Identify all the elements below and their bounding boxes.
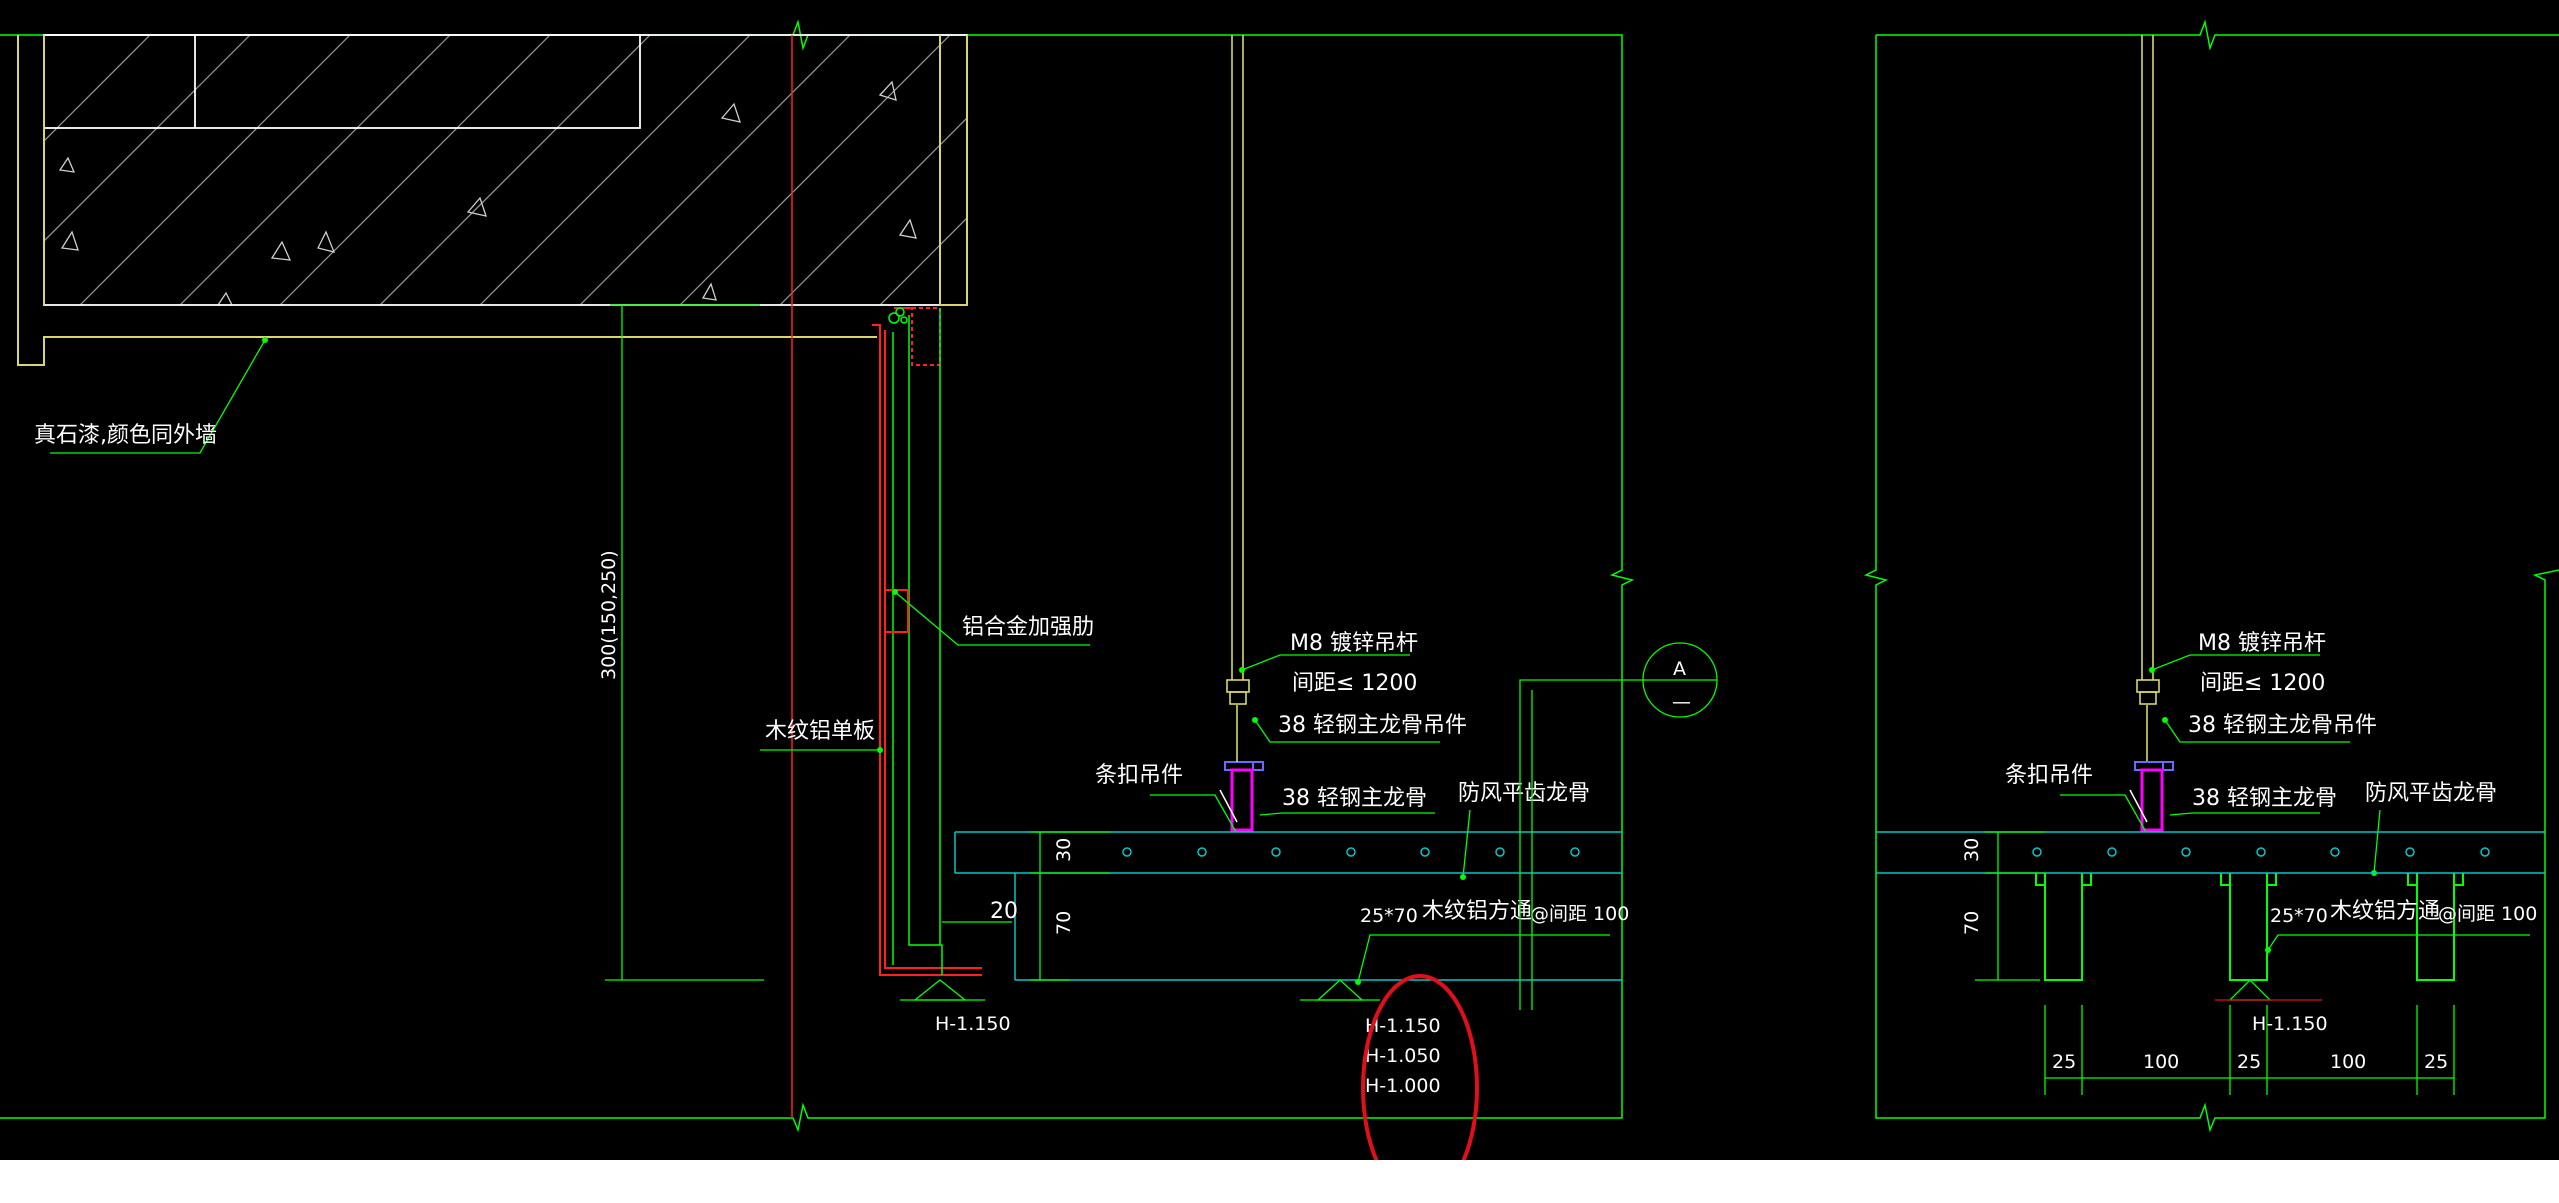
dim-chain-1: 25 xyxy=(2052,1051,2076,1073)
label-wind-keel-right: 防风平齿龙骨 xyxy=(2365,781,2497,806)
tube-spacing-left: @间距 100 xyxy=(1530,903,1629,925)
annotation-circle xyxy=(1361,974,1479,1160)
dim-chain-5: 25 xyxy=(2424,1051,2448,1073)
tube-size-left: 25*70 xyxy=(1360,905,1418,927)
left-detail: 300(150,250) 真石漆,颜色同外墙 木纹铝单板 铝合金加强肋 M8 镀… xyxy=(0,19,1718,1160)
dim-70-left: 70 xyxy=(1053,911,1075,935)
dim-chain-2: 100 xyxy=(2143,1051,2179,1073)
tube-name-left: 木纹铝方通 xyxy=(1422,899,1532,924)
section-mark-bottom: — xyxy=(1672,691,1691,713)
wall-outline xyxy=(17,35,968,366)
label-spacing-right: 间距≤ 1200 xyxy=(2200,671,2325,696)
label-clip-hanger-left: 条扣吊件 xyxy=(1095,763,1183,788)
label-stone-paint: 真石漆,颜色同外墙 xyxy=(34,423,217,448)
dim-300-label: 300(150,250) xyxy=(598,550,620,680)
label-wood-panel: 木纹铝单板 xyxy=(765,719,875,744)
elev-3: H-1.000 xyxy=(1365,1075,1441,1097)
label-wind-keel-left: 防风平齿龙骨 xyxy=(1458,781,1590,806)
dim-20-left: 20 xyxy=(990,899,1018,924)
aluminum-tubes xyxy=(2035,873,2464,981)
hanger-rod-right xyxy=(2136,35,2160,762)
dim-chain-3: 25 xyxy=(2237,1051,2261,1073)
label-38-hanger-left: 38 轻钢主龙骨吊件 xyxy=(1278,713,1467,738)
label-alu-rib: 铝合金加强肋 xyxy=(962,615,1094,640)
dimension-300 xyxy=(605,304,764,981)
bottom-dimension-chain xyxy=(2044,1005,2455,1095)
dim-30-right: 30 xyxy=(1961,838,1983,862)
dim-30-left: 30 xyxy=(1053,838,1075,862)
label-38-keel-right: 38 轻钢主龙骨 xyxy=(2192,786,2337,811)
cad-drawing-canvas[interactable]: 300(150,250) 真石漆,颜色同外墙 木纹铝单板 铝合金加强肋 M8 镀… xyxy=(0,0,2559,1160)
left-frame xyxy=(0,19,1635,1133)
ceiling-section-drawing: 300(150,250) 真石漆,颜色同外墙 木纹铝单板 铝合金加强肋 M8 镀… xyxy=(0,19,2559,1160)
label-clip-hanger-right: 条扣吊件 xyxy=(2005,763,2093,788)
dim-70-right: 70 xyxy=(1961,911,1983,935)
keel-hanger-left xyxy=(1219,705,1264,832)
tube-size-right: 25*70 xyxy=(2270,905,2328,927)
label-38-keel-left: 38 轻钢主龙骨 xyxy=(1282,786,1427,811)
concrete-slab xyxy=(43,34,968,306)
aluminum-rib xyxy=(884,589,909,633)
label-m8-rod-left: M8 镀锌吊杆 xyxy=(1290,631,1418,656)
tube-spacing-right: @间距 100 xyxy=(2438,903,2537,925)
right-frame xyxy=(1863,19,2559,1133)
elev-panel-left: H-1.150 xyxy=(935,1013,1011,1035)
label-38-hanger-right: 38 轻钢主龙骨吊件 xyxy=(2188,713,2377,738)
keel-hanger-right xyxy=(2129,761,2174,832)
panel-green-trim xyxy=(888,307,943,975)
right-detail: M8 镀锌吊杆 间距≤ 1200 38 轻钢主龙骨吊件 条扣吊件 38 轻钢主龙… xyxy=(1863,19,2559,1133)
label-m8-rod-right: M8 镀锌吊杆 xyxy=(2198,631,2326,656)
label-spacing-left: 间距≤ 1200 xyxy=(1292,671,1417,696)
section-mark-top: A xyxy=(1673,658,1686,680)
aluminum-panel xyxy=(872,307,982,976)
white-margin xyxy=(0,1160,2559,1203)
elev-right: H-1.150 xyxy=(2252,1013,2328,1035)
elev-2: H-1.050 xyxy=(1365,1045,1441,1067)
dim-chain-4: 100 xyxy=(2330,1051,2366,1073)
hanger-rod-left xyxy=(1226,35,1250,705)
tube-name-right: 木纹铝方通 xyxy=(2330,899,2440,924)
